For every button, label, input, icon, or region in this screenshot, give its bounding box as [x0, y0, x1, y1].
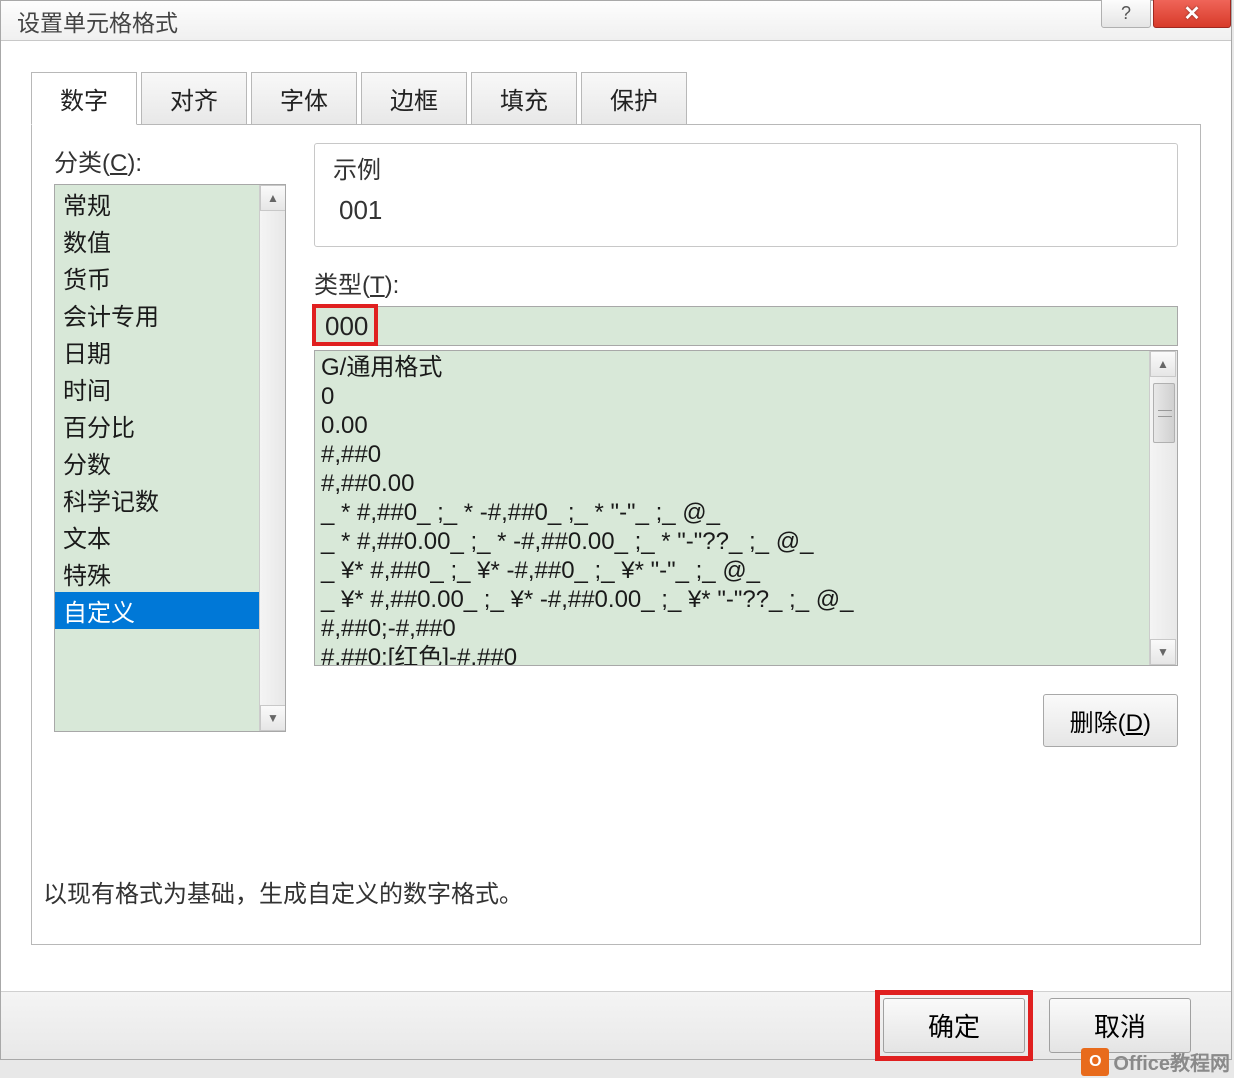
delete-row: 删除(D) — [314, 694, 1178, 747]
ok-button-wrap: 确定 — [883, 998, 1025, 1053]
category-item[interactable]: 文本 — [55, 518, 261, 555]
category-listbox[interactable]: 常规 数值 货币 会计专用 日期 时间 百分比 分数 科学记数 文本 特殊 自定… — [54, 184, 286, 732]
example-value: 001 — [333, 195, 1159, 226]
titlebar-buttons: ? ✕ — [1101, 0, 1231, 28]
category-item[interactable]: 科学记数 — [55, 481, 261, 518]
category-item[interactable]: 日期 — [55, 333, 261, 370]
dialog-title: 设置单元格格式 — [17, 4, 178, 38]
scroll-up-icon[interactable]: ▲ — [1150, 351, 1176, 377]
format-item[interactable]: #,##0;-#,##0 — [321, 614, 1143, 643]
tab-alignment[interactable]: 对齐 — [141, 72, 247, 125]
category-scrollbar[interactable]: ▲ ▼ — [259, 185, 285, 731]
scrollbar-thumb[interactable] — [1153, 383, 1175, 443]
format-item[interactable]: G/通用格式 — [321, 353, 1143, 382]
help-button[interactable]: ? — [1101, 0, 1151, 28]
cancel-button[interactable]: 取消 — [1049, 998, 1191, 1053]
category-item[interactable]: 货币 — [55, 259, 261, 296]
delete-button[interactable]: 删除(D) — [1043, 694, 1178, 747]
scroll-down-icon[interactable]: ▼ — [260, 705, 286, 731]
tab-fill[interactable]: 填充 — [471, 72, 577, 125]
format-list-inner: G/通用格式 0 0.00 #,##0 #,##0.00 _ * #,##0_ … — [315, 351, 1149, 665]
scroll-up-icon[interactable]: ▲ — [260, 185, 286, 211]
category-item[interactable]: 数值 — [55, 222, 261, 259]
category-item[interactable]: 百分比 — [55, 407, 261, 444]
category-item[interactable]: 时间 — [55, 370, 261, 407]
main-row: 分类(C): 常规 数值 货币 会计专用 日期 时间 百分比 分数 科学记数 — [54, 143, 1178, 747]
dialog-footer: 确定 取消 — [1, 991, 1231, 1059]
category-label: 分类(C): — [54, 143, 288, 178]
format-item[interactable]: 0 — [321, 382, 1143, 411]
format-listbox[interactable]: G/通用格式 0 0.00 #,##0 #,##0.00 _ * #,##0_ … — [314, 350, 1178, 666]
hint-text: 以现有格式为基础，生成自定义的数字格式。 — [43, 874, 523, 909]
titlebar: 设置单元格格式 ? ✕ — [1, 1, 1231, 41]
category-column: 分类(C): 常规 数值 货币 会计专用 日期 时间 百分比 分数 科学记数 — [54, 143, 288, 747]
close-icon: ✕ — [1184, 1, 1201, 26]
watermark-text: Office教程网 — [1113, 1047, 1230, 1076]
help-icon: ? — [1121, 3, 1131, 24]
format-item[interactable]: _ * #,##0.00_ ;_ * -#,##0.00_ ;_ * "-"??… — [321, 527, 1143, 556]
dialog-body: 数字 对齐 字体 边框 填充 保护 分类(C): 常规 数值 货币 — [1, 41, 1231, 1059]
category-item[interactable]: 会计专用 — [55, 296, 261, 333]
watermark-icon: O — [1081, 1048, 1109, 1076]
format-item[interactable]: #,##0;[红色]-#,##0 — [321, 643, 1143, 665]
format-scrollbar[interactable]: ▲ ▼ — [1149, 351, 1177, 665]
category-item[interactable]: 特殊 — [55, 555, 261, 592]
close-button[interactable]: ✕ — [1153, 0, 1231, 28]
category-item[interactable]: 常规 — [55, 185, 261, 222]
watermark: O Office教程网 — [1081, 1047, 1230, 1076]
type-input-wrap — [314, 306, 1178, 346]
tab-protection[interactable]: 保护 — [581, 72, 687, 125]
category-item[interactable]: 分数 — [55, 444, 261, 481]
type-input[interactable] — [314, 306, 1178, 346]
scroll-down-icon[interactable]: ▼ — [1150, 639, 1176, 665]
ok-button[interactable]: 确定 — [883, 998, 1025, 1053]
tab-bar: 数字 对齐 字体 边框 填充 保护 — [31, 71, 1201, 125]
format-item[interactable]: _ * #,##0_ ;_ * -#,##0_ ;_ * "-"_ ;_ @_ — [321, 498, 1143, 527]
example-label: 示例 — [333, 150, 1159, 185]
tab-content: 分类(C): 常规 数值 货币 会计专用 日期 时间 百分比 分数 科学记数 — [31, 125, 1201, 945]
right-column: 示例 001 类型(T): G/通用格式 0 0.00 — [314, 143, 1178, 747]
format-item[interactable]: 0.00 — [321, 411, 1143, 440]
category-list-inner: 常规 数值 货币 会计专用 日期 时间 百分比 分数 科学记数 文本 特殊 自定… — [55, 185, 261, 731]
format-item[interactable]: #,##0 — [321, 440, 1143, 469]
format-item[interactable]: _ ¥* #,##0_ ;_ ¥* -#,##0_ ;_ ¥* "-"_ ;_ … — [321, 556, 1143, 585]
tab-font[interactable]: 字体 — [251, 72, 357, 125]
category-item-selected[interactable]: 自定义 — [55, 592, 261, 629]
tab-number[interactable]: 数字 — [31, 72, 137, 125]
example-groupbox: 示例 001 — [314, 143, 1178, 247]
format-cells-dialog: 设置单元格格式 ? ✕ 数字 对齐 字体 边框 填充 保护 分类(C): — [0, 0, 1232, 1060]
format-item[interactable]: #,##0.00 — [321, 469, 1143, 498]
type-label: 类型(T): — [314, 265, 1178, 300]
format-item[interactable]: _ ¥* #,##0.00_ ;_ ¥* -#,##0.00_ ;_ ¥* "-… — [321, 585, 1143, 614]
tab-border[interactable]: 边框 — [361, 72, 467, 125]
